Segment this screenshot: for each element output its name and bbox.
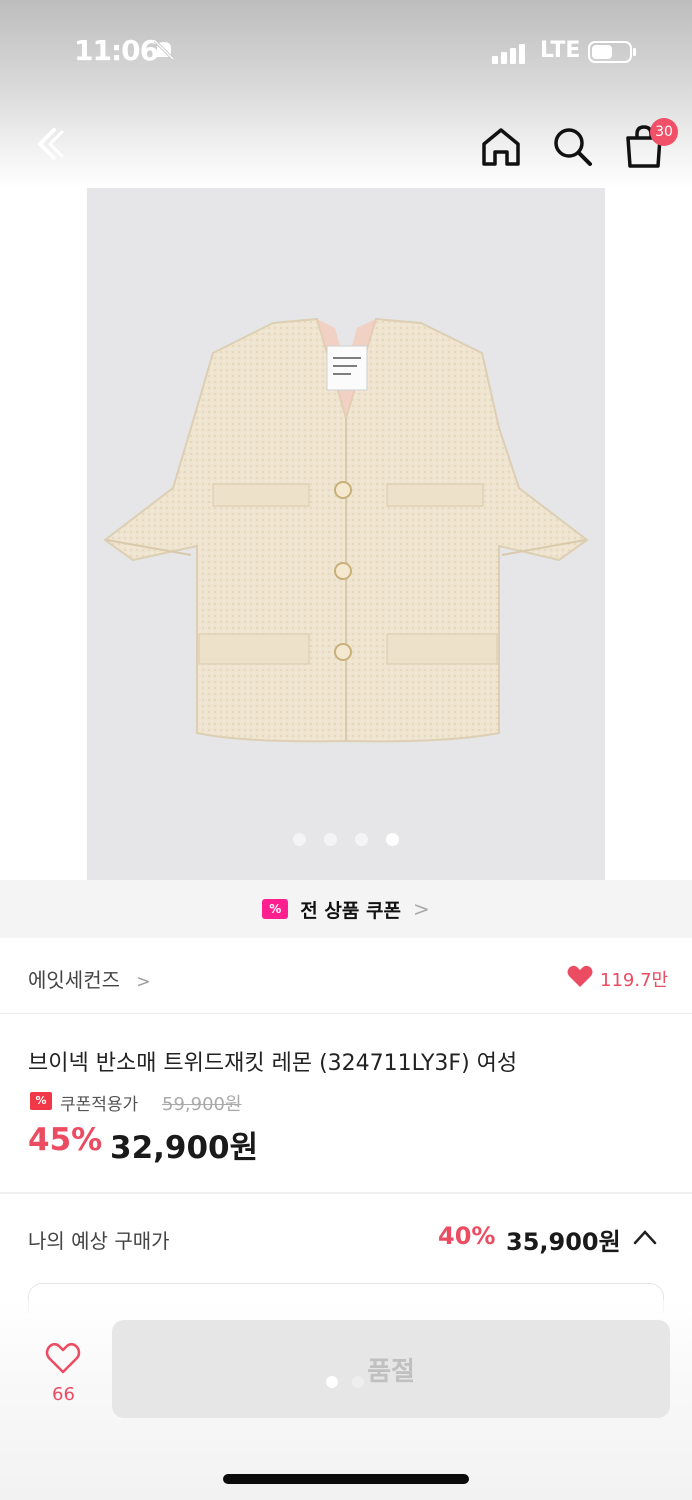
coupon-icon: % xyxy=(262,899,289,919)
wish-count: 66 xyxy=(52,1384,75,1405)
sold-out-button[interactable]: 품절 xyxy=(112,1320,670,1418)
tweed-jacket-image xyxy=(103,317,589,743)
expected-price: 35,900원 xyxy=(506,1228,621,1256)
home-icon[interactable] xyxy=(478,124,524,170)
all-product-coupon-banner[interactable]: % 전 상품 쿠폰 > xyxy=(0,880,692,938)
section-divider xyxy=(0,1192,692,1194)
product-image-carousel[interactable] xyxy=(87,188,605,880)
chevron-right-icon: > xyxy=(136,972,151,992)
page-indicator xyxy=(326,1376,364,1388)
battery-icon xyxy=(588,41,636,63)
carousel-dot-active[interactable] xyxy=(386,833,399,846)
expected-discount-rate: 40% xyxy=(438,1222,496,1250)
heart-outline-icon[interactable] xyxy=(44,1340,82,1376)
network-label: LTE xyxy=(540,38,581,63)
brand-link[interactable]: 에잇세컨즈 > xyxy=(28,964,151,993)
coupon-tag-icon: % xyxy=(30,1092,52,1110)
chevron-right-icon: > xyxy=(412,897,430,921)
bell-muted-icon xyxy=(153,39,175,61)
brand-name: 에잇세컨즈 xyxy=(28,968,120,992)
coupon-price-label: 쿠폰적용가 xyxy=(60,1095,139,1115)
search-icon[interactable] xyxy=(550,124,594,168)
sale-price: 32,900원 xyxy=(110,1130,259,1166)
product-title: 브이넥 반소매 트위드재킷 레몬 (324711LY3F) 여성 xyxy=(28,1051,518,1076)
cart-count-badge: 30 xyxy=(650,118,678,146)
status-bar: 11:06 LTE xyxy=(0,0,692,100)
carousel-dot[interactable] xyxy=(293,833,306,846)
chevron-up-icon[interactable] xyxy=(632,1228,658,1246)
carousel-indicator xyxy=(87,833,605,846)
status-time: 11:06 xyxy=(74,34,159,67)
back-arrow-icon[interactable] xyxy=(28,122,72,166)
carousel-dot[interactable] xyxy=(324,833,337,846)
expected-price-label: 나의 예상 구매가 xyxy=(28,1229,170,1253)
original-price: 59,900원 xyxy=(162,1094,242,1115)
heart-filled-icon[interactable] xyxy=(566,962,594,990)
discount-rate: 45% xyxy=(28,1122,103,1158)
coupon-banner-text: 전 상품 쿠폰 xyxy=(300,899,401,922)
page-dot xyxy=(352,1376,364,1388)
page-dot-active xyxy=(326,1376,338,1388)
brand-like-count: 119.7만 xyxy=(600,970,669,991)
home-indicator xyxy=(223,1474,469,1484)
signal-icon xyxy=(492,44,525,64)
carousel-dot[interactable] xyxy=(355,833,368,846)
